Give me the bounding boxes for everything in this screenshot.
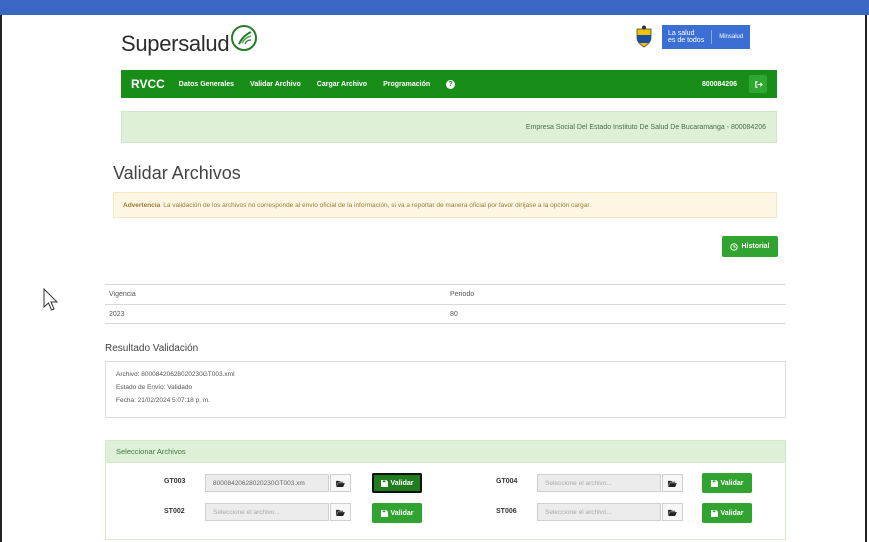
nav-item-cargar-archivo[interactable]: Cargar Archivo — [317, 81, 367, 88]
warning-alert: Advertencia La validación de los archivo… — [113, 192, 777, 218]
periodo-table: Vigencia Periodo 2023 80 — [105, 284, 786, 324]
gov-slogan-line1: La salud — [668, 30, 695, 37]
value-periodo: 80 — [450, 310, 458, 318]
validar-button-st002[interactable]: Validar — [372, 503, 422, 523]
table-row: 2023 80 — [105, 304, 786, 324]
validar-label: Validar — [390, 509, 414, 517]
folder-open-icon — [336, 480, 345, 487]
logo-leaf-icon — [231, 25, 258, 51]
validar-label: Validar — [720, 509, 744, 517]
file-code-st006: ST006 — [496, 508, 517, 515]
value-vigencia: 2023 — [109, 310, 125, 318]
file-code-st002: ST002 — [164, 508, 185, 515]
header-periodo: Periodo — [450, 291, 475, 298]
validar-button-gt004[interactable]: Validar — [702, 473, 752, 493]
browser-top-bar — [0, 0, 869, 15]
nav-item-programacion[interactable]: Programación — [383, 81, 430, 88]
resultado-fecha: Fecha: 21/02/2024 5:07:18 p. m. — [116, 397, 210, 404]
file-input-st002[interactable]: Seleccione el archivo... — [205, 503, 329, 521]
save-icon — [710, 479, 718, 487]
warning-label: Advertencia — [123, 201, 161, 209]
folder-open-icon — [336, 509, 345, 516]
header-vigencia: Vigencia — [109, 291, 136, 298]
clock-icon — [730, 242, 739, 251]
ministry-label: Minsalud — [719, 34, 744, 40]
historial-label: Historial — [741, 243, 770, 250]
government-banner: La salud es de todos Minsalud — [634, 25, 751, 49]
browse-button-gt003[interactable] — [330, 474, 351, 492]
nav-item-datos-generales[interactable]: Datos Generales — [179, 81, 234, 88]
supersalud-logo[interactable]: Supersalud — [121, 25, 258, 62]
save-icon — [380, 509, 388, 517]
resultado-box: Archivo: 80008420628020230GT003.xml Esta… — [105, 361, 786, 418]
table-header-row: Vigencia Periodo — [105, 284, 786, 304]
file-code-gt003: GT003 — [164, 478, 186, 485]
validar-label: Validar — [390, 479, 414, 487]
seleccionar-title: Seleccionar Archivos — [106, 441, 785, 463]
gov-slogan-line2: es de todos — [668, 37, 705, 44]
logout-icon — [754, 80, 763, 88]
window-border-left — [0, 15, 2, 542]
page-title: Validar Archivos — [113, 163, 241, 183]
gov-slogan: La salud es de todos — [662, 30, 713, 44]
validar-label: Validar — [720, 479, 744, 487]
logo-text: Supersalud — [121, 31, 230, 56]
file-code-gt004: GT004 — [496, 478, 518, 485]
mouse-cursor-icon — [43, 288, 59, 311]
window-border-right — [865, 15, 867, 542]
resultado-estado: Estado de Envío: Validado — [116, 384, 193, 391]
folder-open-icon — [668, 509, 677, 516]
save-icon — [710, 509, 718, 517]
logout-button[interactable] — [749, 75, 767, 93]
help-icon[interactable]: ? — [446, 79, 456, 89]
warning-text: La validación de los archivos no corresp… — [163, 201, 592, 209]
browse-button-st006[interactable] — [662, 503, 683, 521]
file-input-gt003[interactable]: 80008420628020230GT003.xm — [205, 474, 329, 492]
nav-item-validar-archivo[interactable]: Validar Archivo — [250, 81, 301, 88]
folder-open-icon — [668, 480, 677, 487]
file-input-st006[interactable]: Seleccione el archivo... — [537, 503, 661, 521]
coat-of-arms-icon — [636, 25, 652, 48]
entity-alert: Empresa Social Del Estado Instituto De S… — [121, 111, 777, 143]
user-id: 800084206 — [701, 80, 737, 88]
file-input-gt004[interactable]: Seleccione el archivo... — [537, 474, 661, 492]
validar-button-gt003[interactable]: Validar — [372, 473, 422, 493]
navbar-brand[interactable]: RVCC — [131, 77, 165, 91]
historial-button[interactable]: Historial — [722, 236, 778, 257]
resultado-title: Resultado Validación — [105, 343, 199, 354]
resultado-archivo: Archivo: 80008420628020230GT003.xml — [116, 371, 235, 378]
browse-button-gt004[interactable] — [662, 474, 683, 492]
save-icon — [380, 479, 388, 487]
validar-button-st006[interactable]: Validar — [702, 503, 752, 523]
main-navbar: RVCC Datos Generales Validar Archivo Car… — [121, 70, 777, 98]
browse-button-st002[interactable] — [330, 503, 351, 521]
